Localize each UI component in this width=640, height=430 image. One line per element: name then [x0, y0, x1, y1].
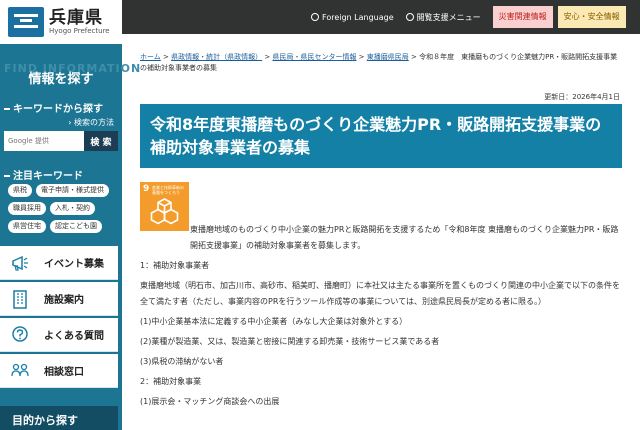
breadcrumb-link-prefecture-info[interactable]: 県政情報・統計（県政情報） [171, 53, 262, 61]
updated-date: 更新日：2026年4月1日 [544, 93, 620, 101]
site-logo[interactable]: 兵庫県 Hyogo Prefecture [0, 0, 122, 44]
keyword-tag[interactable]: 電子申請・様式提供 [36, 184, 109, 197]
gear-icon [405, 13, 414, 21]
purpose-search-heading[interactable]: 目的から探す [0, 406, 118, 430]
keyword-tag[interactable]: 職員採用 [8, 202, 46, 215]
sidebar-item-events[interactable]: イベント募集 [0, 246, 118, 280]
megaphone-icon [10, 253, 30, 273]
sidebar-item-label: 相談窓口 [44, 367, 84, 378]
keyword-tag[interactable]: 認定こども園 [50, 220, 102, 233]
sidebar-menu: イベント募集 施設案内 よくある質問 相談窓口 [0, 246, 118, 390]
search-input[interactable] [4, 131, 84, 151]
reading-support-menu-link[interactable]: 閲覧支援メニュー [405, 12, 481, 23]
condition-item: (2)業種が製造業、又は、製造業と密接に関連する卸売業・技術サービス業である者 [140, 337, 440, 346]
eligibility-paragraph: 東播磨地域（明石市、加古川市、高砂市、稲美町、播磨町）に本社又は主たる事業所を置… [140, 281, 620, 306]
sidebar-item-label: よくある質問 [44, 331, 104, 342]
info-search-title: 情報を探す [28, 72, 94, 87]
breadcrumb-separator: > [356, 53, 367, 61]
condition-item: (1)中小企業基本法に定義する中小企業者（みなし大企業は対象外とする） [140, 317, 408, 326]
keyword-tag[interactable]: 県税 [8, 184, 32, 197]
safety-info-button[interactable]: 安心・安全情報 [557, 6, 626, 28]
keyword-tag[interactable]: 入札・契約 [50, 202, 95, 215]
sidebar-item-label: イベント募集 [44, 259, 104, 270]
breadcrumb: ホーム > 県政情報・統計（県政情報） > 県民局・県民センター情報 > 東播磨… [140, 52, 622, 74]
project-item: (1)展示会・マッチング商談会への出展 [140, 397, 280, 406]
heading-dash-icon [4, 175, 10, 177]
section-heading-eligible-projects: 2：補助対象事業 [140, 377, 202, 386]
heading-dash-icon [4, 108, 10, 110]
disaster-info-button[interactable]: 災害関連情報 [492, 6, 553, 28]
breadcrumb-link-regional-offices[interactable]: 県民局・県民センター情報 [272, 53, 356, 61]
condition-item: (3)県税の滞納がない者 [140, 357, 224, 366]
intro-paragraph: 東播磨地域のものづくり中小企業の魅力PRと販路開拓を支援するため「令和8年度 東… [190, 225, 619, 250]
section-heading-eligible-businesses: 1：補助対象事業者 [140, 261, 210, 270]
featured-keywords-heading: 注目キーワード [4, 167, 83, 182]
people-icon [10, 361, 30, 381]
search-button[interactable]: 検 索 [84, 131, 118, 151]
sidebar-item-consultation[interactable]: 相談窓口 [0, 354, 118, 388]
keyword-search-form: 検 索 [4, 131, 118, 151]
page-title: 令和8年度東播磨ものづくり企業魅力PR・販路開拓支援事業の補助対象事業者の募集 [140, 104, 622, 168]
main-content: ホーム > 県政情報・統計（県政情報） > 県民局・県民センター情報 > 東播磨… [140, 52, 622, 406]
logo-name: 兵庫県 [49, 7, 103, 28]
keyword-search-heading: キーワードから探す [4, 100, 103, 115]
logo-subtitle: Hyogo Prefecture [49, 26, 110, 35]
featured-keyword-tags: 県税 電子申請・様式提供 職員採用 入札・契約 県営住宅 認定こども園 [8, 184, 118, 233]
sidebar-item-faq[interactable]: よくある質問 [0, 318, 118, 352]
building-icon [10, 289, 30, 309]
breadcrumb-separator: > [262, 53, 273, 61]
top-navigation-bar: Foreign Language 閲覧支援メニュー 災害関連情報 安心・安全情報 [122, 0, 640, 34]
prefecture-emblem-icon [8, 7, 44, 37]
keyword-tag[interactable]: 県営住宅 [8, 220, 46, 233]
breadcrumb-link-home[interactable]: ホーム [140, 53, 161, 61]
globe-icon [311, 13, 319, 21]
foreign-language-link[interactable]: Foreign Language [311, 13, 394, 22]
breadcrumb-separator: > [160, 53, 172, 61]
sidebar-item-facilities[interactable]: 施設案内 [0, 282, 118, 316]
breadcrumb-link-higashiharima[interactable]: 東播磨県民局 [367, 53, 409, 61]
article-body: 東播磨地域のものづくり中小企業の魅力PRと販路開拓を支援するため「令和8年度 東… [140, 222, 622, 414]
question-bubble-icon [10, 325, 30, 345]
search-method-link[interactable]: › 検索の方法 [68, 117, 114, 128]
sidebar-item-label: 施設案内 [44, 295, 84, 306]
left-sidebar: 兵庫県 Hyogo Prefecture FIND INFORMATION 情報… [0, 0, 140, 430]
